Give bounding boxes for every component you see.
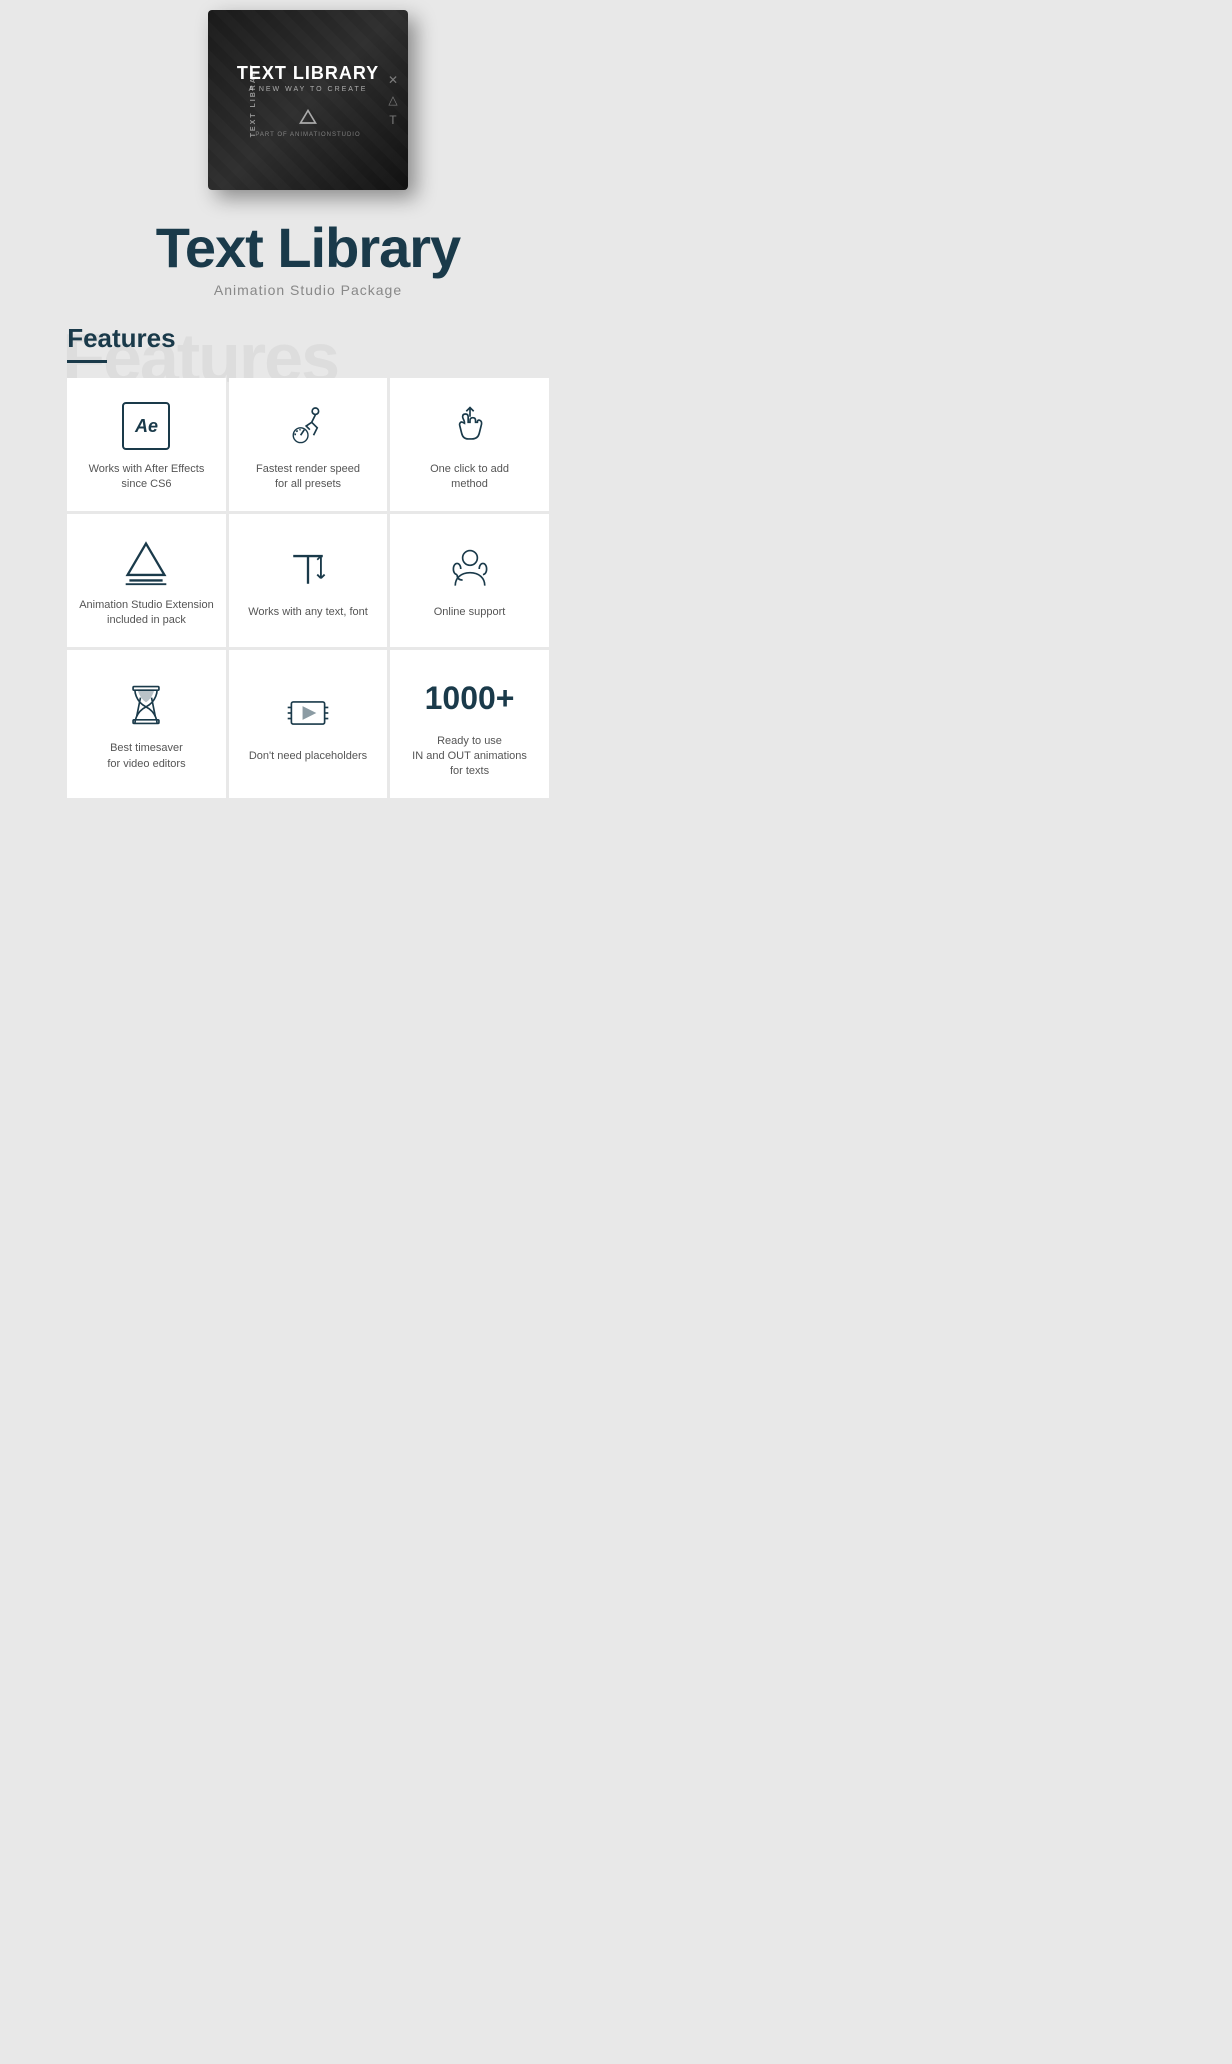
textfont-svg xyxy=(284,545,332,593)
side-icon-3: T xyxy=(389,113,396,127)
box-triangle-icon xyxy=(298,108,318,128)
feature-card-render-speed: Fastest render speedfor all presets xyxy=(229,378,388,511)
feature-card-one-click: One click to addmethod xyxy=(390,378,549,511)
animations-count-icon: 1000+ xyxy=(444,672,496,724)
title-section: Text Library Animation Studio Package xyxy=(136,200,480,308)
text-font-icon xyxy=(282,543,334,595)
no-placeholders-label: Don't need placeholders xyxy=(249,749,367,764)
product-box: TEXT LIBRARY TEXT LIBRARY A NEW WAY TO C… xyxy=(208,10,408,190)
product-box-wrapper: TEXT LIBRARY TEXT LIBRARY A NEW WAY TO C… xyxy=(0,0,616,200)
animations-count: 1000+ xyxy=(425,682,515,714)
features-section: Features Features Ae Works with After Ef… xyxy=(47,308,569,818)
page-title: Text Library xyxy=(156,220,460,276)
page-subtitle: Animation Studio Package xyxy=(156,282,460,298)
feature-card-no-placeholders: Don't need placeholders xyxy=(229,650,388,798)
feature-card-after-effects: Ae Works with After Effectssince CS6 xyxy=(67,378,226,511)
render-speed-icon xyxy=(282,400,334,452)
box-content: TEXT LIBRARY A NEW WAY TO CREATE PART OF… xyxy=(237,63,379,138)
timesaver-label: Best timesaverfor video editors xyxy=(107,741,185,772)
animation-studio-label: Animation Studio Extensionincluded in pa… xyxy=(79,598,214,629)
feature-card-animations: 1000+ Ready to useIN and OUT animationsf… xyxy=(390,650,549,798)
no-placeholders-icon xyxy=(282,687,334,739)
feature-card-support: Online support xyxy=(390,514,549,647)
after-effects-label: Works with After Effectssince CS6 xyxy=(89,462,205,493)
animation-studio-icon xyxy=(120,536,172,588)
hourglass-svg xyxy=(122,681,170,729)
side-icon-2: △ xyxy=(388,93,397,107)
support-icon xyxy=(444,543,496,595)
after-effects-icon: Ae xyxy=(120,400,172,452)
features-underline xyxy=(67,360,107,363)
feature-card-animation-studio: Animation Studio Extensionincluded in pa… xyxy=(67,514,226,647)
video-svg xyxy=(284,689,332,737)
support-label: Online support xyxy=(434,605,506,620)
box-side-icons: ✕ △ T xyxy=(388,73,398,127)
box-title: TEXT LIBRARY xyxy=(237,63,379,84)
triangle-svg xyxy=(122,538,170,586)
hero-section: TEXT LIBRARY TEXT LIBRARY A NEW WAY TO C… xyxy=(0,0,616,818)
one-click-icon xyxy=(444,400,496,452)
box-brand: PART OF ANIMATIONSTUDIO xyxy=(255,132,360,138)
render-svg xyxy=(284,402,332,450)
box-logo-area: PART OF ANIMATIONSTUDIO xyxy=(255,108,360,138)
render-speed-label: Fastest render speedfor all presets xyxy=(256,462,360,493)
features-heading: Features xyxy=(67,323,549,354)
side-icon-1: ✕ xyxy=(388,73,398,87)
text-font-label: Works with any text, font xyxy=(248,605,368,620)
support-svg xyxy=(446,545,494,593)
animations-label: Ready to useIN and OUT animationsfor tex… xyxy=(412,734,527,780)
feature-card-timesaver: Best timesaverfor video editors xyxy=(67,650,226,798)
timesaver-icon xyxy=(120,679,172,731)
feature-card-text-font: Works with any text, font xyxy=(229,514,388,647)
box-subtitle: A NEW WAY TO CREATE xyxy=(249,86,368,93)
click-svg xyxy=(446,402,494,450)
features-grid: Ae Works with After Effectssince CS6 xyxy=(67,378,549,798)
one-click-label: One click to addmethod xyxy=(430,462,509,493)
